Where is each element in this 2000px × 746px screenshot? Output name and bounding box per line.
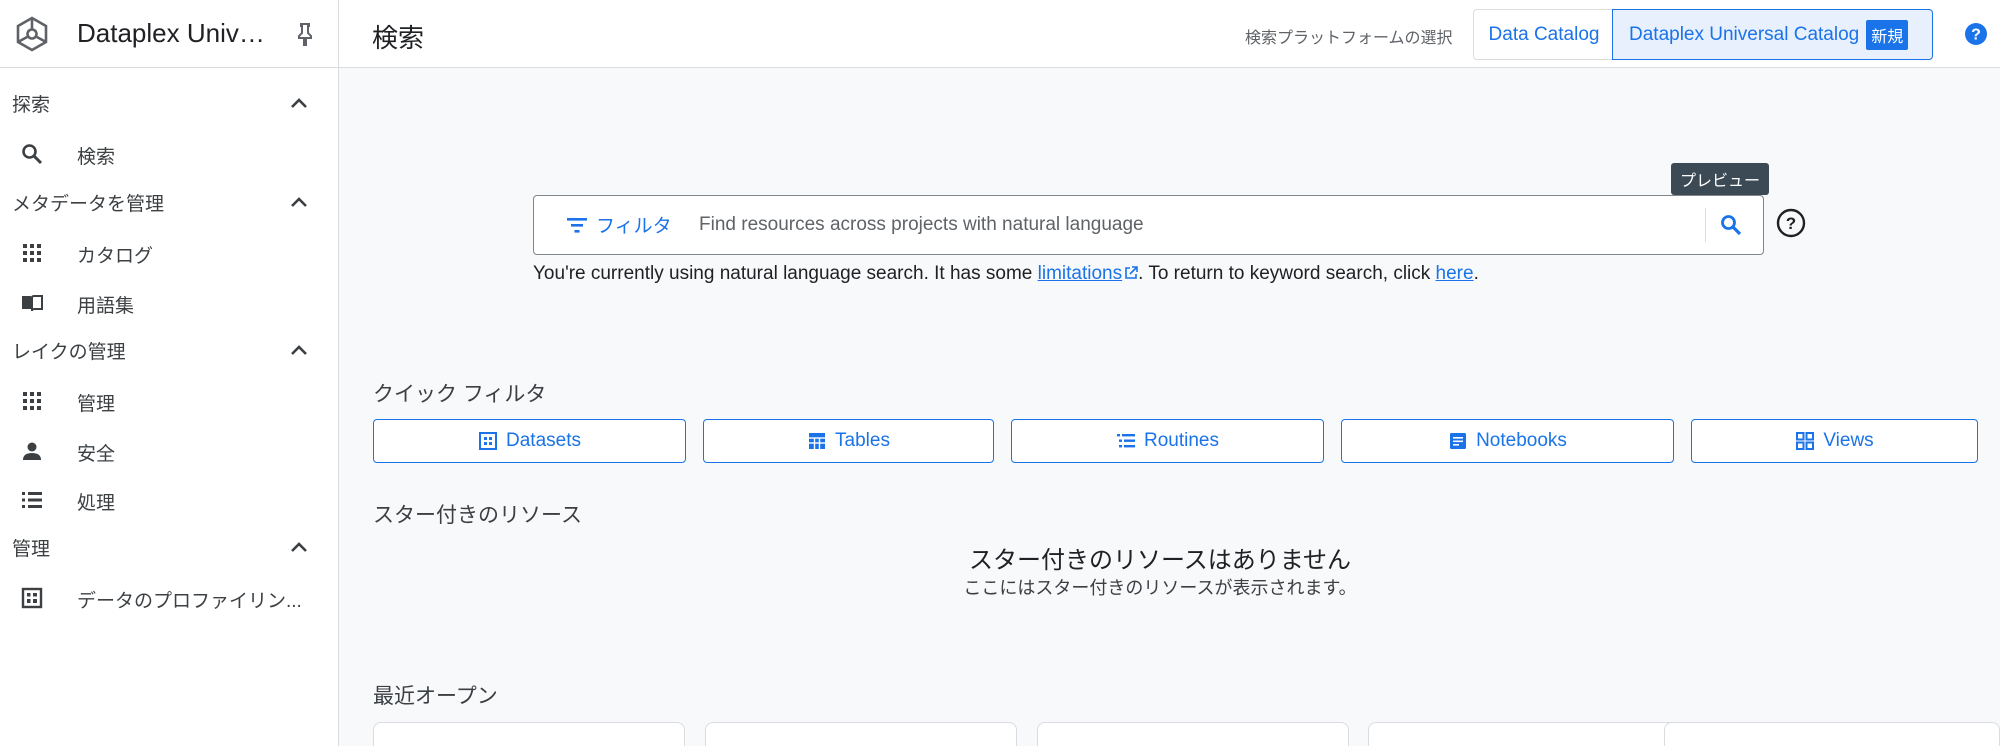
dataplex-logo-icon [16,16,48,52]
quick-filter-views[interactable]: Views [1691,419,1978,463]
chip-label: Notebooks [1476,430,1567,451]
sidebar-item-glossary[interactable]: 用語集 [0,280,339,324]
starred-empty-subtitle: ここにはスター付きのリソースが表示されます。 [963,578,1357,598]
help-icon[interactable]: ? [1964,22,1988,46]
note-text: . [1473,263,1479,284]
book-icon [22,295,43,312]
recent-card[interactable] [1664,722,2000,746]
grid-icon [23,244,41,262]
search-input[interactable] [699,206,1689,244]
filter-icon [567,217,587,233]
views-icon [1796,432,1815,450]
help-outline-icon[interactable]: ? [1776,208,1806,238]
search-icon[interactable] [1719,213,1743,237]
product-title: Dataplex Univers... [77,18,279,48]
section-label: 探索 [12,94,51,116]
section-label: レイクの管理 [12,341,126,363]
page-title: 検索 [372,23,425,53]
chevron-up-icon [291,542,307,552]
table-icon [809,433,826,449]
recent-card[interactable] [1368,722,1680,746]
chevron-up-icon [291,98,307,108]
recent-card[interactable] [373,722,685,746]
filter-label: フィルタ [596,216,672,237]
list-icon [22,492,42,508]
natural-language-note: You're currently using natural language … [533,263,1479,285]
routine-icon [1117,434,1135,448]
person-icon [23,442,41,460]
sidebar-item-label: 検索 [77,147,116,168]
platform-option-label: Dataplex Universal Catalog [1629,23,1860,45]
limitations-link[interactable]: limitations [1038,263,1138,284]
svg-text:?: ? [1971,27,1981,44]
pin-icon[interactable] [294,22,316,46]
chevron-up-icon [291,197,307,207]
sidebar-item-label: カタログ [77,246,154,267]
dataset-icon [479,432,497,450]
search-box: フィルタ [533,195,1764,255]
sidebar-item-label: 管理 [77,394,116,415]
section-manage-metadata[interactable]: メタデータを管理 [0,182,339,222]
preview-tooltip: プレビュー [1671,163,1770,195]
recent-card[interactable] [1037,722,1349,746]
search-divider [1705,208,1706,242]
quick-filter-routines[interactable]: Routines [1011,419,1324,463]
new-badge: 新規 [1866,19,1909,50]
keyword-search-link[interactable]: here [1436,263,1474,284]
section-label: 管理 [12,538,51,560]
note-text: . To return to keyword search, click [1138,263,1436,284]
notebook-icon [1450,433,1467,449]
sidebar: Dataplex Univers... 探索 検索 メタデータを管理 カタログ … [0,0,339,746]
svg-text:?: ? [1786,214,1796,233]
sidebar-item-label: 安全 [77,444,116,465]
top-header: 検索 検索プラットフォームの選択 Data Catalog Dataplex U… [339,0,2000,68]
grid-icon [23,392,41,410]
profile-icon [21,587,43,609]
sidebar-item-label: 用語集 [77,296,135,317]
sidebar-item-secure[interactable]: 安全 [0,428,339,472]
quick-filters-title: クイック フィルタ [373,383,547,406]
section-label: メタデータを管理 [12,193,165,215]
chip-label: Routines [1144,430,1219,451]
sidebar-item-label: 処理 [77,493,116,514]
sidebar-item-manage[interactable]: 管理 [0,378,339,422]
chip-label: Tables [835,430,890,451]
sidebar-item-label: データのプロファイリン... [77,591,302,612]
starred-empty-title: スター付きのリソースはありません [968,547,1352,574]
section-manage-lakes[interactable]: レイクの管理 [0,330,339,370]
section-explore[interactable]: 探索 [0,83,339,123]
chip-label: Views [1823,430,1874,451]
section-admin[interactable]: 管理 [0,527,339,567]
note-text: You're currently using natural language … [533,263,1038,284]
quick-filter-tables[interactable]: Tables [703,419,994,463]
filter-button[interactable]: フィルタ [566,211,672,238]
quick-filter-datasets[interactable]: Datasets [373,419,686,463]
sidebar-item-process[interactable]: 処理 [0,477,339,521]
external-link-icon [1125,266,1138,279]
platform-option-data-catalog[interactable]: Data Catalog [1473,9,1614,60]
sidebar-item-search[interactable]: 検索 [0,131,339,175]
sidebar-item-data-profiling[interactable]: データのプロファイリン... [0,575,339,619]
starred-resources-title: スター付きのリソース [373,504,582,527]
quick-filter-notebooks[interactable]: Notebooks [1341,419,1674,463]
sidebar-item-catalog[interactable]: カタログ [0,230,339,274]
brand-bar: Dataplex Univers... [0,0,338,68]
chevron-up-icon [291,345,307,355]
platform-option-dataplex-universal-catalog[interactable]: Dataplex Universal Catalog 新規 [1612,9,1933,60]
search-icon [22,144,43,165]
platform-select-label: 検索プラットフォームの選択 [1245,30,1453,47]
recently-opened-title: 最近オープン [373,685,498,708]
platform-option-label: Data Catalog [1488,23,1600,45]
chip-label: Datasets [506,430,581,451]
recent-card[interactable] [705,722,1017,746]
